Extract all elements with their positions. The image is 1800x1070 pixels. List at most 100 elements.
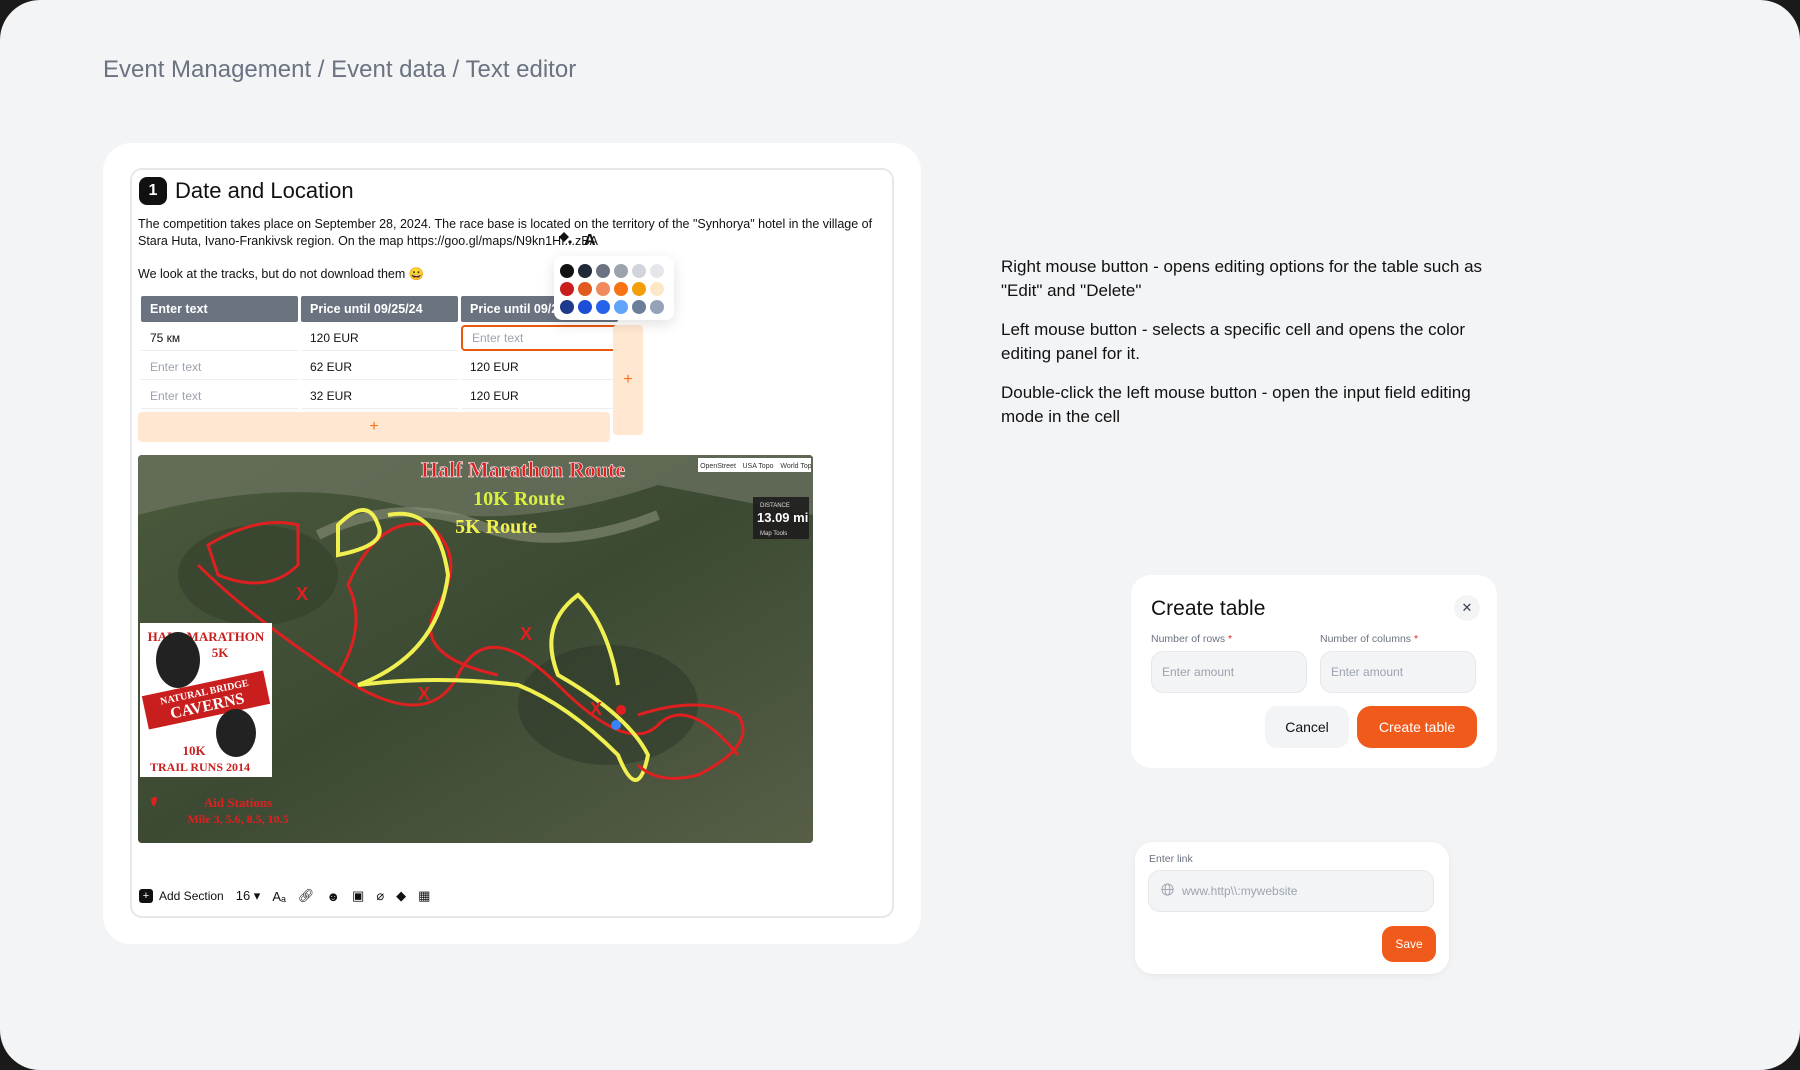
color-swatch[interactable] (596, 264, 610, 278)
columns-input[interactable]: Enter amount (1320, 651, 1476, 693)
table-row: Enter text 32 EUR 120 EUR (141, 383, 618, 409)
link-input[interactable]: www.http\\:mywebsite (1148, 870, 1434, 912)
columns-label: Number of columns * (1320, 633, 1419, 645)
table-header-cell[interactable]: Enter text (141, 296, 298, 322)
map-aid-stations: Aid Stations (204, 795, 272, 810)
instruction-left-click: Left mouse button - selects a specific c… (1001, 320, 1465, 363)
breadcrumb-item-text-editor: Text editor (465, 56, 577, 83)
color-swatch[interactable] (650, 300, 664, 314)
emoji-icon[interactable]: ☻ (326, 889, 340, 904)
color-swatch[interactable] (578, 300, 592, 314)
color-swatch[interactable] (614, 300, 628, 314)
table-cell[interactable]: 62 EUR (301, 354, 458, 380)
image-icon[interactable]: ▣ (352, 888, 364, 904)
editor-table[interactable]: Enter text Price until 09/25/24 Price un… (138, 293, 621, 412)
paragraph-tracks[interactable]: We look at the tracks, but do not downlo… (138, 266, 883, 283)
dialog-title: Create table (1151, 597, 1266, 620)
add-section-button[interactable]: + Add Section (139, 889, 224, 903)
color-swatch[interactable] (650, 282, 664, 296)
svg-text:X: X (520, 624, 532, 644)
instruction-double-click: Double-click the left mouse button - ope… (1001, 383, 1471, 426)
create-table-button[interactable]: Create table (1357, 706, 1477, 748)
color-swatch[interactable] (632, 264, 646, 278)
table-cell[interactable]: 120 EUR (461, 383, 618, 409)
map-logo-line: TRAIL RUNS 2014 (150, 760, 250, 774)
table-row: Enter text 62 EUR 120 EUR (141, 354, 618, 380)
table-cell-selected[interactable]: Enter text (461, 325, 618, 351)
add-row-button[interactable]: + (138, 412, 610, 442)
rows-input[interactable]: Enter amount (1151, 651, 1307, 693)
editor-toolbar: + Add Section 16 ▾ Aₐ 🔗︎ ☻ ▣ ⌀ ◆ ▦ (139, 888, 430, 904)
table-header-row: Enter text Price until 09/25/24 Price un… (141, 296, 618, 322)
map-title: Half Marathon Route (421, 457, 625, 482)
paint-bucket-icon[interactable] (556, 230, 572, 251)
table-grid-icon[interactable]: ▦ (418, 888, 430, 904)
svg-text:X: X (590, 699, 602, 719)
map-route-10k: 10K Route (473, 488, 565, 510)
link-placeholder: www.http\\:mywebsite (1182, 884, 1298, 898)
add-section-label: Add Section (159, 889, 224, 903)
color-swatch[interactable] (596, 282, 610, 296)
map-tab-usa-topo[interactable]: USA Topo (742, 463, 773, 470)
color-swatch[interactable] (560, 300, 574, 314)
breadcrumb-separator: / (445, 56, 466, 83)
color-swatch[interactable] (650, 264, 664, 278)
map-tab-world-topo[interactable]: World Top (780, 463, 811, 470)
table-header-cell[interactable]: Price until 09/25/24 (301, 296, 458, 322)
attachment-icon[interactable]: ⌀ (376, 888, 384, 904)
close-icon[interactable]: ✕ (1454, 595, 1480, 621)
map-distance-label: DISTANCE (760, 503, 790, 509)
breadcrumb-item-event-management[interactable]: Event Management (103, 56, 311, 83)
map-logo-line: 5K (212, 645, 230, 660)
color-swatch[interactable] (596, 300, 610, 314)
color-swatch[interactable] (632, 282, 646, 296)
font-size-select[interactable]: 16 ▾ (236, 888, 261, 904)
rows-label: Number of rows * (1151, 633, 1233, 645)
text-editor[interactable]: 1 Date and Location The competition take… (130, 168, 894, 918)
font-size-icon[interactable]: Aₐ (272, 889, 286, 904)
table-cell[interactable]: 32 EUR (301, 383, 458, 409)
save-button[interactable]: Save (1382, 926, 1436, 962)
color-swatch[interactable] (632, 300, 646, 314)
link-dialog: Enter link www.http\\:mywebsite Save (1135, 842, 1449, 974)
table-row: 75 км 120 EUR Enter text (141, 325, 618, 351)
color-swatch[interactable] (560, 282, 574, 296)
cancel-button[interactable]: Cancel (1265, 706, 1349, 748)
globe-icon (1161, 883, 1174, 899)
table-cell[interactable]: 120 EUR (461, 354, 618, 380)
table-cell[interactable]: 75 км (141, 325, 298, 351)
breadcrumb-item-event-data[interactable]: Event data (331, 56, 446, 83)
map-distance-value: 13.09 mi (757, 510, 808, 525)
color-swatch[interactable] (578, 264, 592, 278)
text-color-icon[interactable]: A (584, 232, 596, 250)
fill-color-icon[interactable]: ◆ (396, 888, 406, 904)
route-map-image: HALF MARATHON 5K NATURAL BRIDGE CAVERNS … (138, 455, 813, 843)
breadcrumb: Event Management / Event data / Text edi… (103, 56, 576, 84)
map-aid-miles: Mile 3, 5.6, 8.5, 10.5 (187, 812, 288, 826)
font-size-value: 16 (235, 888, 251, 903)
color-palette-popover (554, 256, 674, 320)
color-swatch[interactable] (578, 282, 592, 296)
map-logo-line: 10K (182, 743, 206, 758)
link-label: Enter link (1149, 853, 1193, 865)
color-swatches (560, 264, 668, 314)
section-heading: 1 Date and Location (139, 177, 354, 205)
link-icon[interactable]: 🔗︎ (298, 888, 315, 904)
svg-text:X: X (296, 584, 308, 604)
color-swatch[interactable] (614, 264, 628, 278)
add-column-button[interactable]: + (613, 325, 643, 435)
instructions: Right mouse button - opens editing optio… (1001, 255, 1501, 444)
map-tools-label[interactable]: Map Tools (760, 531, 787, 537)
plus-icon: + (139, 889, 153, 903)
map-tab-openstreet[interactable]: OpenStreet (700, 463, 736, 470)
breadcrumb-separator: / (311, 56, 332, 83)
table-cell[interactable]: Enter text (141, 354, 298, 380)
color-swatch[interactable] (560, 264, 574, 278)
color-swatch[interactable] (614, 282, 628, 296)
table-cell[interactable]: Enter text (141, 383, 298, 409)
table-cell[interactable]: 120 EUR (301, 325, 458, 351)
section-title[interactable]: Date and Location (175, 178, 354, 204)
create-table-dialog: Create table ✕ Number of rows * Number o… (1131, 575, 1497, 768)
section-number: 1 (139, 177, 167, 205)
paragraph-location[interactable]: The competition takes place on September… (138, 216, 883, 250)
